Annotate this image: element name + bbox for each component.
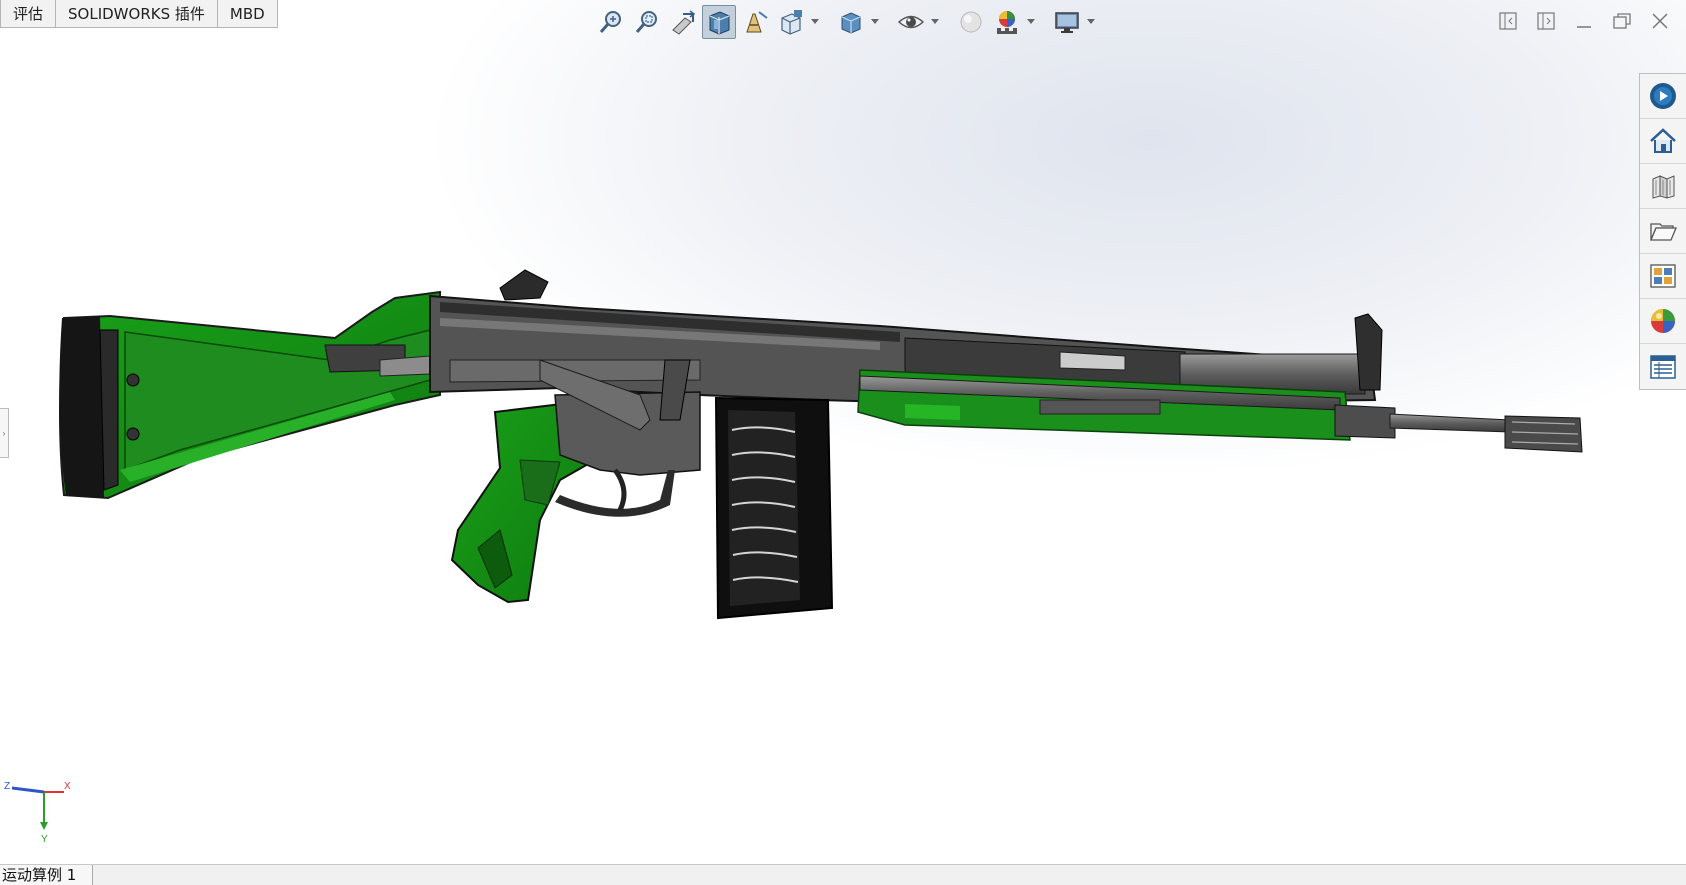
bottom-tab-bar: 运动算例 1 bbox=[0, 864, 1686, 885]
triad-z-label: Z bbox=[4, 781, 10, 792]
model-graphics-area[interactable] bbox=[0, 0, 1686, 885]
tab-solidworks-addins[interactable]: SOLIDWORKS 插件 bbox=[55, 0, 218, 28]
magazine[interactable] bbox=[714, 396, 834, 620]
tab-evaluate[interactable]: 评估 bbox=[0, 0, 57, 28]
reference-triad: X Z Y bbox=[4, 781, 71, 845]
tab-mbd[interactable]: MBD bbox=[216, 0, 278, 28]
triad-x-label: X bbox=[64, 781, 71, 792]
buttstock[interactable] bbox=[59, 290, 441, 500]
barrel[interactable] bbox=[1334, 404, 1583, 453]
triad-y-label: Y bbox=[41, 834, 48, 845]
tab-motion-study[interactable]: 运动算例 1 bbox=[0, 865, 94, 885]
command-tabs: 评估 SOLIDWORKS 插件 MBD bbox=[0, 0, 278, 28]
